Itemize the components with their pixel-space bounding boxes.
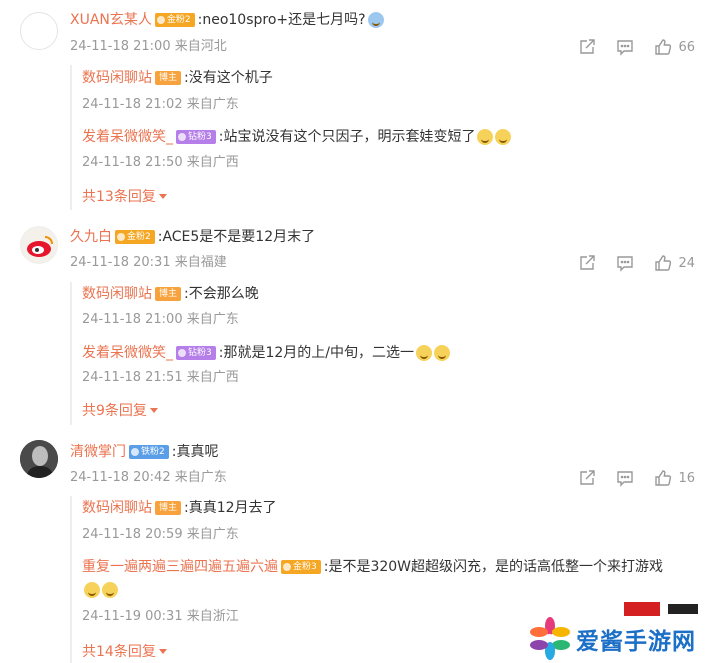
fan-badge[interactable]: 金粉2: [115, 230, 155, 244]
share-icon: [580, 470, 596, 485]
share-icon: [580, 39, 596, 54]
reply-emoji-line: [82, 582, 118, 598]
username[interactable]: 发着呆微微笑_: [82, 127, 173, 147]
avatar[interactable]: [20, 12, 58, 50]
author-badge: 博主: [155, 287, 182, 301]
like-button[interactable]: 16: [654, 469, 695, 487]
weibo-logo-icon: [27, 236, 53, 257]
comment-meta: 24-11-18 21:00 来自河北: [70, 39, 227, 54]
fan-badge[interactable]: 钻粉3: [176, 130, 216, 144]
user-photo-icon: [20, 440, 58, 478]
like-button[interactable]: 66: [654, 38, 695, 56]
comment-button[interactable]: [616, 38, 634, 56]
share-button[interactable]: [578, 254, 596, 272]
reply-text: :是不是320W超超级闪充，是的话高低整一个来打游戏: [323, 559, 664, 575]
username[interactable]: 数码闲聊站: [82, 68, 152, 88]
reply-line: 发着呆微微笑_ 钻粉3 :站宝说没有这个只因子，明示套娃变短了: [82, 127, 512, 147]
author-badge: 博主: [155, 71, 182, 85]
reply-line: 数码闲聊站 博主 :没有这个机子: [82, 68, 273, 88]
fan-badge-icon: [178, 349, 186, 357]
site-watermark: 爱酱手游网: [520, 600, 715, 663]
comment-line: XUAN玄某人 金粉2 :neo10spro+还是七月吗?: [70, 10, 384, 30]
username[interactable]: 重复一遍两遍三遍四遍五遍六遍: [82, 557, 278, 577]
reply-meta: 24-11-18 21:02 来自广东: [82, 97, 239, 112]
comment-text: :真真呢: [171, 444, 219, 460]
fan-badge[interactable]: 钻粉3: [176, 346, 216, 360]
watermark-text: 爱酱手游网: [576, 629, 696, 655]
share-button[interactable]: [578, 469, 596, 487]
chevron-down-icon: [158, 648, 167, 654]
avatar[interactable]: [20, 440, 58, 478]
reply-text: :没有这个机子: [184, 70, 273, 86]
share-button[interactable]: [578, 38, 596, 56]
fan-badge[interactable]: 铁粉2: [129, 445, 169, 459]
author-badge: 博主: [155, 501, 182, 515]
comment-button[interactable]: [616, 469, 634, 487]
emoji-icon: [495, 129, 512, 145]
reply-text: :站宝说没有这个只因子，明示套娃变短了: [218, 129, 476, 145]
more-replies-link[interactable]: 共14条回复: [82, 641, 167, 661]
reply-meta: 24-11-18 21:50 来自广西: [82, 155, 239, 170]
thumbs-up-icon: [655, 39, 672, 55]
comment-icon: [617, 471, 634, 487]
reply-text: :真真12月去了: [184, 500, 277, 516]
username[interactable]: 久九白: [70, 227, 112, 247]
more-replies-link[interactable]: 共13条回复: [82, 186, 167, 206]
comment-icon: [617, 256, 634, 272]
reply-text: :不会那么晚: [184, 286, 259, 302]
like-count: 16: [678, 470, 695, 486]
username[interactable]: 数码闲聊站: [82, 284, 152, 304]
username[interactable]: 发着呆微微笑_: [82, 343, 173, 363]
comment-actions: 16: [578, 469, 695, 487]
comment-line: 清微掌门 铁粉2 :真真呢: [70, 442, 218, 462]
reply-line: 数码闲聊站 博主 :不会那么晚: [82, 284, 259, 304]
reply-line: 发着呆微微笑_ 钻粉3 :那就是12月的上/中旬，二选一: [82, 343, 450, 363]
username[interactable]: XUAN玄某人: [70, 10, 152, 30]
fan-badge-icon: [178, 133, 186, 141]
comment-button[interactable]: [616, 254, 634, 272]
chevron-down-icon: [158, 193, 167, 199]
reply-meta: 24-11-18 21:51 来自广西: [82, 370, 239, 385]
share-icon: [580, 255, 596, 270]
emoji-icon: [433, 345, 450, 361]
chevron-down-icon: [149, 407, 158, 413]
username[interactable]: 数码闲聊站: [82, 498, 152, 518]
avatar[interactable]: [20, 226, 58, 264]
username[interactable]: 清微掌门: [70, 442, 126, 462]
emoji-icon: [415, 345, 432, 361]
comment-actions: 66: [578, 38, 695, 56]
fan-badge-icon: [117, 233, 125, 241]
like-button[interactable]: 24: [654, 254, 695, 272]
reply-meta: 24-11-18 21:00 来自广东: [82, 312, 239, 327]
reply-meta: 24-11-18 20:59 来自广东: [82, 527, 239, 542]
emoji-icon: [477, 129, 494, 145]
reply-meta: 24-11-19 00:31 来自浙江: [82, 609, 239, 624]
reply-line: 数码闲聊站 博主 :真真12月去了: [82, 498, 277, 518]
comment-meta: 24-11-18 20:31 来自福建: [70, 255, 227, 270]
like-count: 24: [678, 255, 695, 271]
emoji-icon: [102, 582, 118, 598]
comment-icon: [617, 40, 634, 56]
emoji-icon: [84, 582, 100, 598]
fan-badge-icon: [156, 16, 165, 24]
fan-badge-icon: [131, 448, 139, 456]
fan-badge-icon: [283, 563, 291, 571]
reply-line: 重复一遍两遍三遍四遍五遍六遍 金粉3 :是不是320W超超级闪充，是的话高低整一…: [82, 557, 663, 577]
comment-text: :neo10spro+还是七月吗?: [197, 12, 366, 28]
reply-text: :那就是12月的上/中旬，二选一: [218, 345, 414, 361]
fan-badge[interactable]: 金粉3: [281, 560, 321, 574]
more-replies-link[interactable]: 共9条回复: [82, 400, 158, 420]
fan-badge[interactable]: 金粉2: [154, 13, 195, 27]
thumbs-up-icon: [655, 470, 672, 486]
comment-actions: 24: [578, 254, 695, 272]
comment-line: 久九白 金粉2 :ACE5是不是要12月末了: [70, 227, 315, 247]
comment-meta: 24-11-18 20:42 来自广东: [70, 470, 227, 485]
like-count: 66: [678, 39, 695, 55]
comment-text: :ACE5是不是要12月末了: [157, 229, 316, 245]
emoji-icon: [367, 12, 384, 28]
thumbs-up-icon: [655, 255, 672, 271]
